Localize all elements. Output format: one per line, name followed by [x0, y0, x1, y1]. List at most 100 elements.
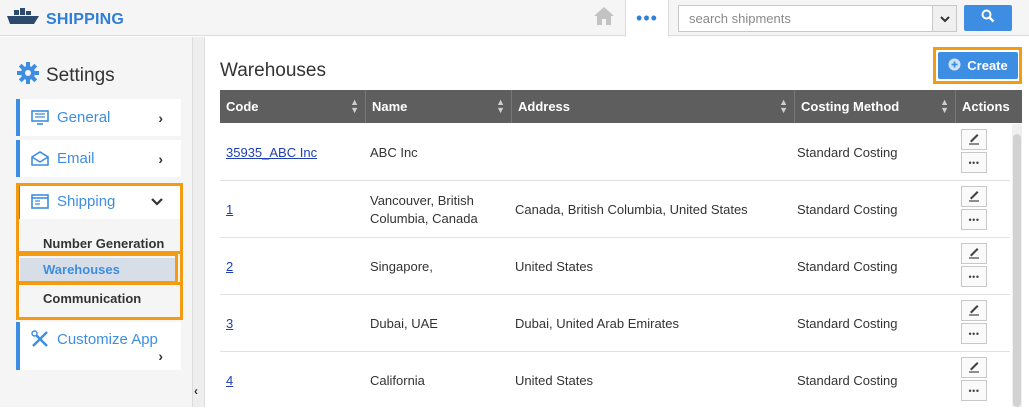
column-header-label: Actions: [962, 99, 1010, 114]
more-options-button[interactable]: •••: [625, 0, 669, 37]
home-icon: [593, 6, 615, 31]
row-more-button[interactable]: •••: [961, 266, 987, 287]
sort-icon: ▲ ▼: [940, 97, 949, 115]
row-more-button[interactable]: •••: [961, 323, 987, 344]
pencil-icon: [967, 245, 981, 262]
chevron-right-icon: ›: [158, 348, 163, 364]
sidebar-item-email[interactable]: Email ›: [16, 140, 181, 177]
sidebar-subitem-label: Number Generation: [43, 236, 165, 251]
search-dropdown-button[interactable]: [932, 6, 956, 31]
search-input[interactable]: [679, 6, 931, 31]
search-icon: [981, 9, 995, 28]
home-button[interactable]: [584, 0, 624, 36]
create-label: Create: [967, 58, 1008, 73]
search-box: [678, 5, 957, 32]
table-row: 1 Vancouver, British Columbia, Canada Ca…: [220, 181, 1010, 238]
ellipsis-icon: •••: [968, 157, 980, 168]
warehouse-costing: Standard Costing: [797, 315, 898, 331]
sidebar: Settings General › Email › Shipping Numb…: [0, 37, 192, 407]
warehouse-name: Singapore,: [370, 258, 433, 274]
plus-circle-icon: [948, 58, 961, 74]
warehouse-address: [515, 124, 785, 181]
column-header-address[interactable]: Address ▲ ▼: [512, 90, 795, 123]
tools-icon: [31, 330, 49, 353]
column-header-label: Code: [226, 99, 259, 114]
settings-title: Settings: [46, 64, 115, 86]
column-header-name[interactable]: Name ▲ ▼: [366, 90, 512, 123]
scrollbar-thumb[interactable]: [1013, 134, 1021, 407]
sort-icon: ▲ ▼: [779, 97, 788, 115]
warehouse-code-link[interactable]: 3: [226, 315, 233, 333]
warehouse-costing: Standard Costing: [797, 201, 898, 217]
pencil-icon: [967, 359, 981, 376]
pencil-icon: [967, 131, 981, 148]
table-header: Code ▲ ▼ Name ▲ ▼ Address ▲ ▼ Costing Metho…: [220, 90, 1022, 123]
sidebar-item-general[interactable]: General ›: [16, 99, 181, 136]
warehouse-code-link[interactable]: 35935_ABC Inc: [226, 144, 317, 162]
brand-name: SHIPPING: [46, 10, 125, 28]
warehouse-costing: Standard Costing: [797, 372, 898, 388]
column-header-costing-method[interactable]: Costing Method ▲ ▼: [795, 90, 956, 123]
warehouse-address: Dubai, United Arab Emirates: [515, 315, 680, 331]
warehouse-code-link[interactable]: 4: [226, 372, 233, 390]
row-more-button[interactable]: •••: [961, 380, 987, 401]
warehouse-costing: Standard Costing: [797, 144, 898, 160]
table-row: 3 Dubai, UAE Dubai, United Arab Emirates…: [220, 295, 1010, 352]
row-more-button[interactable]: •••: [961, 152, 987, 173]
sidebar-collapse-handle[interactable]: ‹: [192, 37, 205, 407]
warehouse-address: Canada, British Columbia, United States: [515, 201, 748, 217]
warehouse-name: Dubai, UAE: [370, 315, 438, 331]
ship-icon: [6, 7, 40, 32]
brand[interactable]: SHIPPING: [6, 7, 124, 32]
pencil-icon: [967, 188, 981, 205]
chevron-down-icon: [939, 10, 950, 28]
edit-button[interactable]: [961, 186, 987, 207]
edit-button[interactable]: [961, 357, 987, 378]
ellipsis-icon: •••: [968, 385, 980, 396]
table-row: 4 California United States Standard Cost…: [220, 352, 1010, 409]
ellipsis-icon: •••: [968, 328, 980, 339]
chevron-right-icon: ›: [158, 150, 163, 167]
top-bar: SHIPPING •••: [0, 0, 1029, 37]
warehouse-code-link[interactable]: 2: [226, 258, 233, 276]
ellipsis-icon: •••: [968, 271, 980, 282]
monitor-icon: [31, 110, 49, 131]
column-header-label: Costing Method: [801, 99, 900, 114]
warehouse-name: Vancouver, British Columbia, Canada: [370, 192, 478, 226]
gear-icon: [16, 61, 40, 90]
warehouse-costing: Standard Costing: [797, 258, 898, 274]
sort-icon: ▲ ▼: [496, 97, 505, 115]
chevron-left-icon: ‹: [194, 384, 198, 398]
row-more-button[interactable]: •••: [961, 209, 987, 230]
warehouse-name: California: [370, 372, 425, 388]
warehouse-name: ABC Inc: [370, 144, 418, 160]
edit-button[interactable]: [961, 129, 987, 150]
column-header-actions: Actions: [956, 90, 1022, 123]
table-scrollbar[interactable]: [1012, 124, 1022, 407]
column-header-label: Name: [372, 99, 408, 114]
warehouse-code-link[interactable]: 1: [226, 201, 233, 219]
edit-button[interactable]: [961, 300, 987, 321]
edit-button[interactable]: [961, 243, 987, 264]
ellipsis-icon: •••: [968, 214, 980, 225]
create-button[interactable]: Create: [938, 52, 1018, 79]
pencil-icon: [967, 302, 981, 319]
warehouse-address: United States: [515, 258, 594, 274]
column-header-code[interactable]: Code ▲ ▼: [220, 90, 366, 123]
table-row: 2 Singapore, United States Standard Cost…: [220, 238, 1010, 295]
sidebar-item-label: Email: [57, 150, 95, 167]
table-row: 35935_ABC Inc ABC Inc Standard Costing •…: [220, 124, 1010, 181]
search-button[interactable]: [964, 5, 1012, 31]
sort-icon: ▲ ▼: [350, 97, 359, 115]
sidebar-item-label: Customize App: [57, 331, 158, 348]
ellipsis-icon: •••: [636, 8, 658, 28]
chevron-right-icon: ›: [158, 109, 163, 126]
warehouse-address: United States: [515, 372, 594, 388]
column-header-label: Address: [518, 99, 571, 114]
envelope-icon: [31, 151, 49, 172]
page-title: Warehouses: [220, 60, 326, 81]
communication-highlight: [16, 282, 183, 320]
sidebar-item-label: General: [57, 109, 111, 126]
warehouses-highlight: [16, 253, 178, 284]
sidebar-item-customize-app[interactable]: Customize App ›: [16, 322, 181, 370]
